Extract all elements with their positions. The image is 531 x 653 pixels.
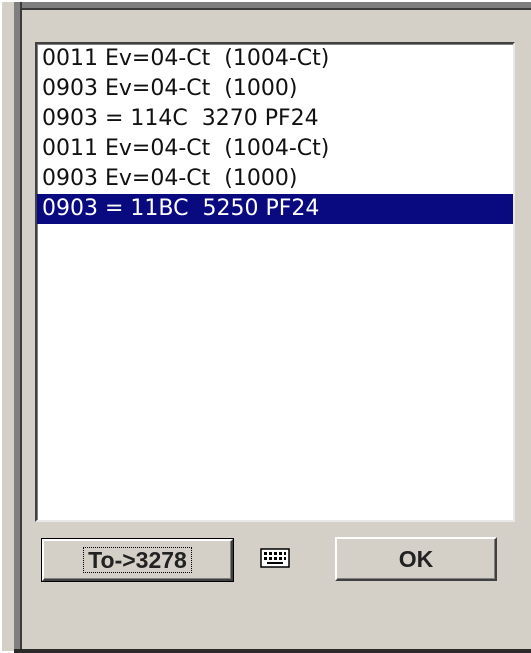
dialog-window: 0011 Ev=04-Ct (1004-Ct) 0903 Ev=04-Ct (1… [0,0,531,653]
to-3278-button[interactable]: To->3278 [41,538,234,582]
list-item-selected[interactable]: 0903 = 11BC 5250 PF24 [37,194,513,224]
list-item[interactable]: 0903 Ev=04-Ct (1000) [37,74,513,104]
list-item[interactable]: 0903 = 114C 3270 PF24 [37,104,513,134]
event-listbox[interactable]: 0011 Ev=04-Ct (1004-Ct) 0903 Ev=04-Ct (1… [35,42,515,522]
list-item[interactable]: 0011 Ev=04-Ct (1004-Ct) [37,134,513,164]
keyboard-icon[interactable] [260,548,290,568]
ok-button[interactable]: OK [335,537,497,581]
window-frame-top [14,2,531,10]
list-item[interactable]: 0903 Ev=04-Ct (1000) [37,164,513,194]
to-3278-button-label: To->3278 [83,547,192,573]
window-frame-left [14,2,22,653]
list-item[interactable]: 0011 Ev=04-Ct (1004-Ct) [37,44,513,74]
window-frame-bottom [14,649,531,653]
